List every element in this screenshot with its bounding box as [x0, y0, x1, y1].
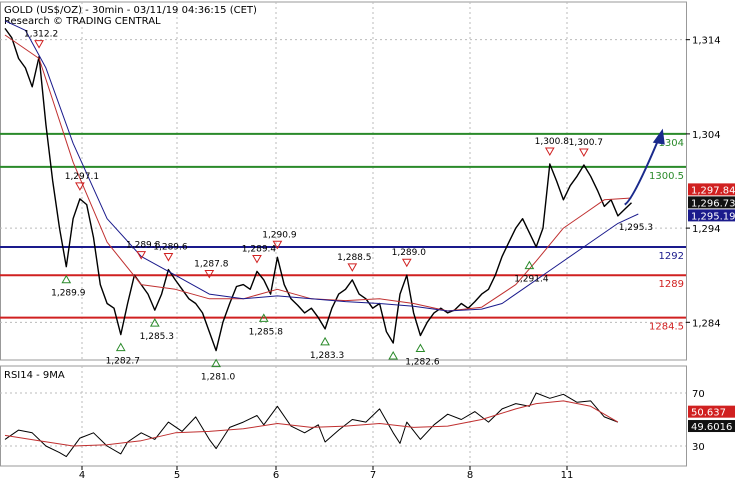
- y-tick-label: 1,294: [692, 224, 721, 235]
- chart-subtitle: Research © TRADING CENTRAL: [4, 16, 161, 27]
- marker-label: 1,300.7: [569, 138, 603, 148]
- marker-label: 1,285.8: [249, 327, 284, 337]
- marker-label: 1,281.0: [201, 373, 236, 383]
- forecast-arrowhead: [652, 128, 665, 145]
- y-tick-label: 1,284: [692, 318, 721, 329]
- marker-label: 1,289.6: [153, 243, 188, 253]
- marker-label: 1,300.8: [535, 137, 570, 147]
- marker-label: 1,295.3: [619, 223, 653, 233]
- marker-label: 1,282.6: [405, 358, 440, 368]
- level-label-1289: 1289: [659, 279, 684, 290]
- marker-label: 1,282.7: [106, 357, 140, 367]
- x-tick-label: 8: [467, 470, 473, 480]
- rsi-y-tick-label: 70: [692, 389, 705, 400]
- marker-down-triangle: [578, 148, 589, 157]
- marker-label: 1,312.2: [24, 30, 58, 40]
- marker-up-triangle: [61, 274, 72, 284]
- marker-down-triangle: [347, 263, 358, 272]
- marker-down-triangle: [252, 254, 262, 264]
- marker-up-triangle: [149, 318, 160, 327]
- marker-down-triangle: [34, 40, 44, 49]
- marker-label: 1,283.3: [310, 351, 344, 361]
- chart-title: GOLD (US$/OZ) - 30min - 03/11/19 04:36:1…: [4, 5, 257, 16]
- marker-down-triangle: [163, 253, 174, 262]
- series-rsi: [4, 392, 619, 458]
- marker-label: 1,290.9: [262, 230, 297, 240]
- series-rsi_ma: [4, 400, 619, 447]
- price-tag-label: 1,297.84: [691, 185, 735, 196]
- marker-label: 1,291.4: [514, 275, 549, 285]
- x-tick-label: 5: [174, 470, 180, 480]
- x-tick-label: 7: [370, 470, 376, 480]
- marker-down-triangle: [401, 258, 412, 268]
- x-tick-label: 4: [79, 470, 85, 480]
- price-tag-label: 1,295.19: [691, 211, 735, 222]
- marker-up-triangle: [388, 351, 399, 360]
- x-tick-label: 6: [273, 470, 279, 480]
- marker-label: 1,289.4: [242, 244, 277, 254]
- marker-label: 1,289.0: [392, 248, 427, 258]
- price-tag-label: 1,296.73: [691, 198, 735, 209]
- level-label-1300.5: 1300.5: [649, 171, 684, 182]
- level-label-1284.5: 1284.5: [649, 322, 684, 333]
- marker-down-triangle: [204, 270, 215, 279]
- chart-svg: 1,284 1,294 1,304 1,314 30 70 4 5 6 7 8 11 GOLD (US$…: [0, 1, 735, 481]
- x-tick-label: 11: [561, 470, 574, 480]
- marker-label: 1,297.1: [65, 172, 99, 182]
- marker-label: 1,289.9: [51, 289, 86, 299]
- price-panel-frame: [0, 1, 687, 361]
- rsi-y-tick-label: 30: [692, 442, 705, 453]
- marker-up-triangle: [415, 343, 426, 353]
- y-tick-label: 1,314: [692, 36, 721, 47]
- marker-label: 1,285.3: [140, 332, 174, 342]
- marker-down-triangle: [544, 147, 555, 157]
- level-label-1292: 1292: [659, 251, 684, 262]
- series-price: [4, 27, 632, 352]
- marker-label: 1,287.8: [194, 260, 229, 270]
- marker-up-triangle: [115, 342, 126, 352]
- marker-label: 1,288.5: [337, 253, 371, 263]
- chart-root: 1,284 1,294 1,304 1,314 30 70 4 5 6 7 8 11 GOLD (US$…: [0, 0, 735, 481]
- rsi-title: RSI14 - 9MA: [4, 370, 65, 381]
- rsi-panel-frame: [0, 365, 687, 467]
- marker-up-triangle: [320, 336, 330, 346]
- y-tick-label: 1,304: [692, 130, 721, 141]
- rsi-tag-label: 50.637: [691, 408, 726, 419]
- rsi-tag-label: 49.6016: [691, 422, 732, 433]
